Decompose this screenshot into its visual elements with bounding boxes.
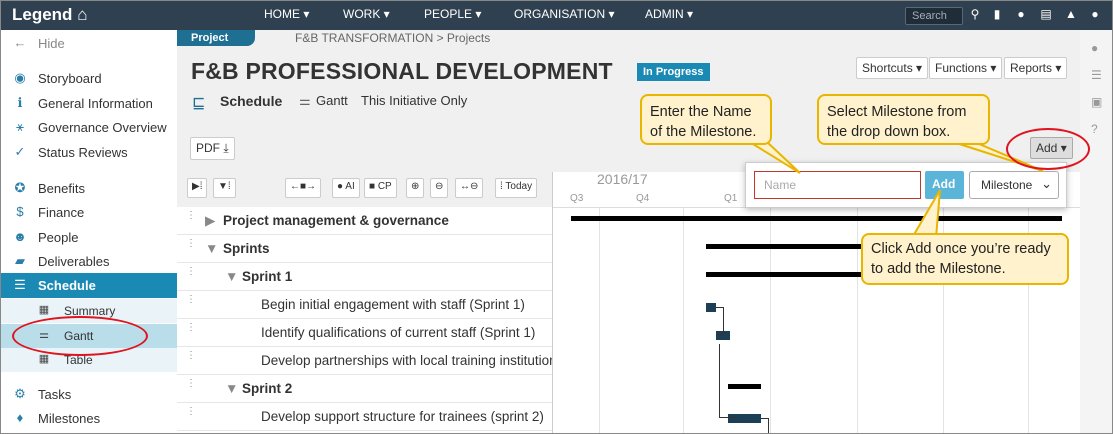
callout-text: Select Milestone from the drop down box. bbox=[827, 104, 967, 140]
callout-pointer-name bbox=[744, 140, 801, 174]
callout-click-add: Click Add once you’re ready to add the M… bbox=[861, 233, 1069, 285]
callout-pointer-add bbox=[910, 189, 941, 239]
callout-text: Enter the Name of the Milestone. bbox=[650, 104, 757, 140]
callout-select-milestone: Select Milestone from the drop down box. bbox=[817, 94, 990, 145]
highlight-ring-gantt bbox=[12, 316, 148, 356]
highlight-ring-add bbox=[1006, 128, 1090, 170]
callout-text: Click Add once you’re ready to add the M… bbox=[871, 241, 1051, 277]
callout-enter-name: Enter the Name of the Milestone. bbox=[640, 94, 772, 145]
callout-pointers bbox=[744, 140, 1044, 239]
